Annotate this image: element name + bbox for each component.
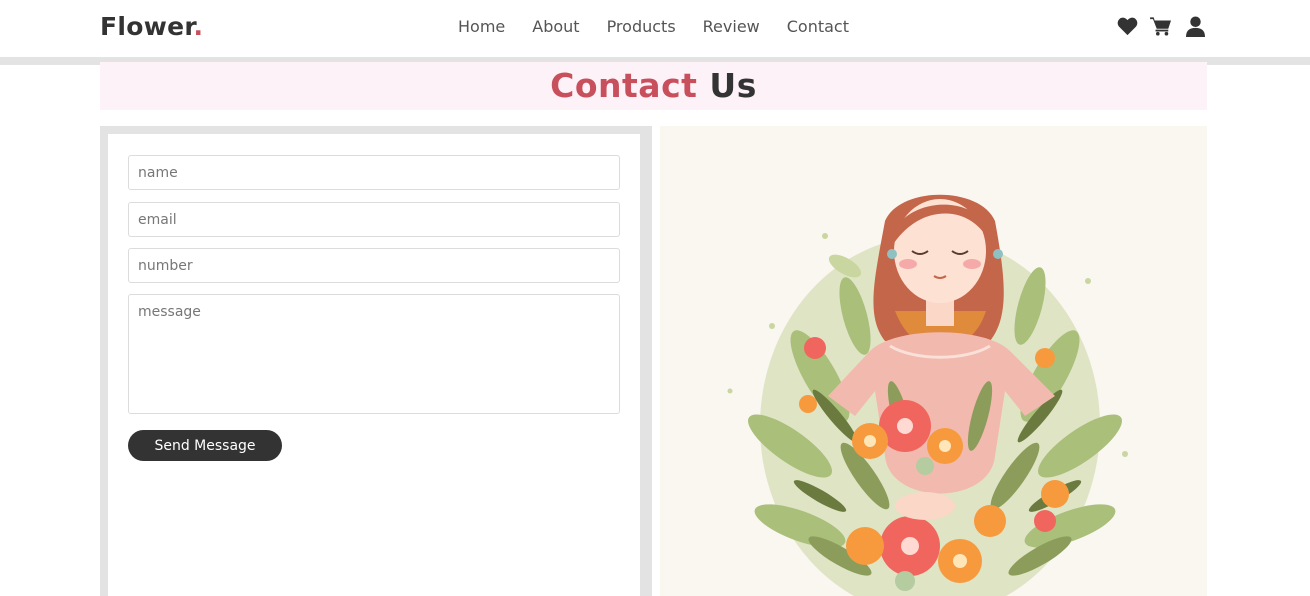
heart-icon[interactable] (1116, 15, 1138, 37)
number-input[interactable] (128, 248, 620, 283)
header-icons (1116, 15, 1206, 37)
email-input[interactable] (128, 202, 620, 237)
message-textarea[interactable] (128, 294, 620, 414)
nav-link-contact[interactable]: Contact (787, 17, 849, 36)
page-title-rest: Us (709, 66, 757, 105)
page-title: Contact Us (100, 66, 1207, 105)
name-input[interactable] (128, 155, 620, 190)
nav-link-products[interactable]: Products (607, 17, 676, 36)
nav-link-about[interactable]: About (532, 17, 579, 36)
girl-with-flowers-illustration (727, 194, 1128, 596)
logo-dot: . (193, 12, 204, 41)
site-header: Flower. Home About Products Review Conta… (0, 0, 1310, 58)
user-icon[interactable] (1184, 15, 1206, 37)
logo[interactable]: Flower. (100, 12, 203, 41)
heading-band: Contact Us (100, 62, 1207, 110)
send-message-button[interactable]: Send Message (128, 430, 282, 461)
nav-link-review[interactable]: Review (703, 17, 760, 36)
nav-link-home[interactable]: Home (458, 17, 505, 36)
logo-text: Flower (100, 12, 194, 41)
main-nav: Home About Products Review Contact (458, 17, 849, 36)
contact-illustration (660, 126, 1207, 596)
page-title-accent: Contact (550, 66, 698, 105)
shopping-cart-icon[interactable] (1150, 15, 1172, 37)
